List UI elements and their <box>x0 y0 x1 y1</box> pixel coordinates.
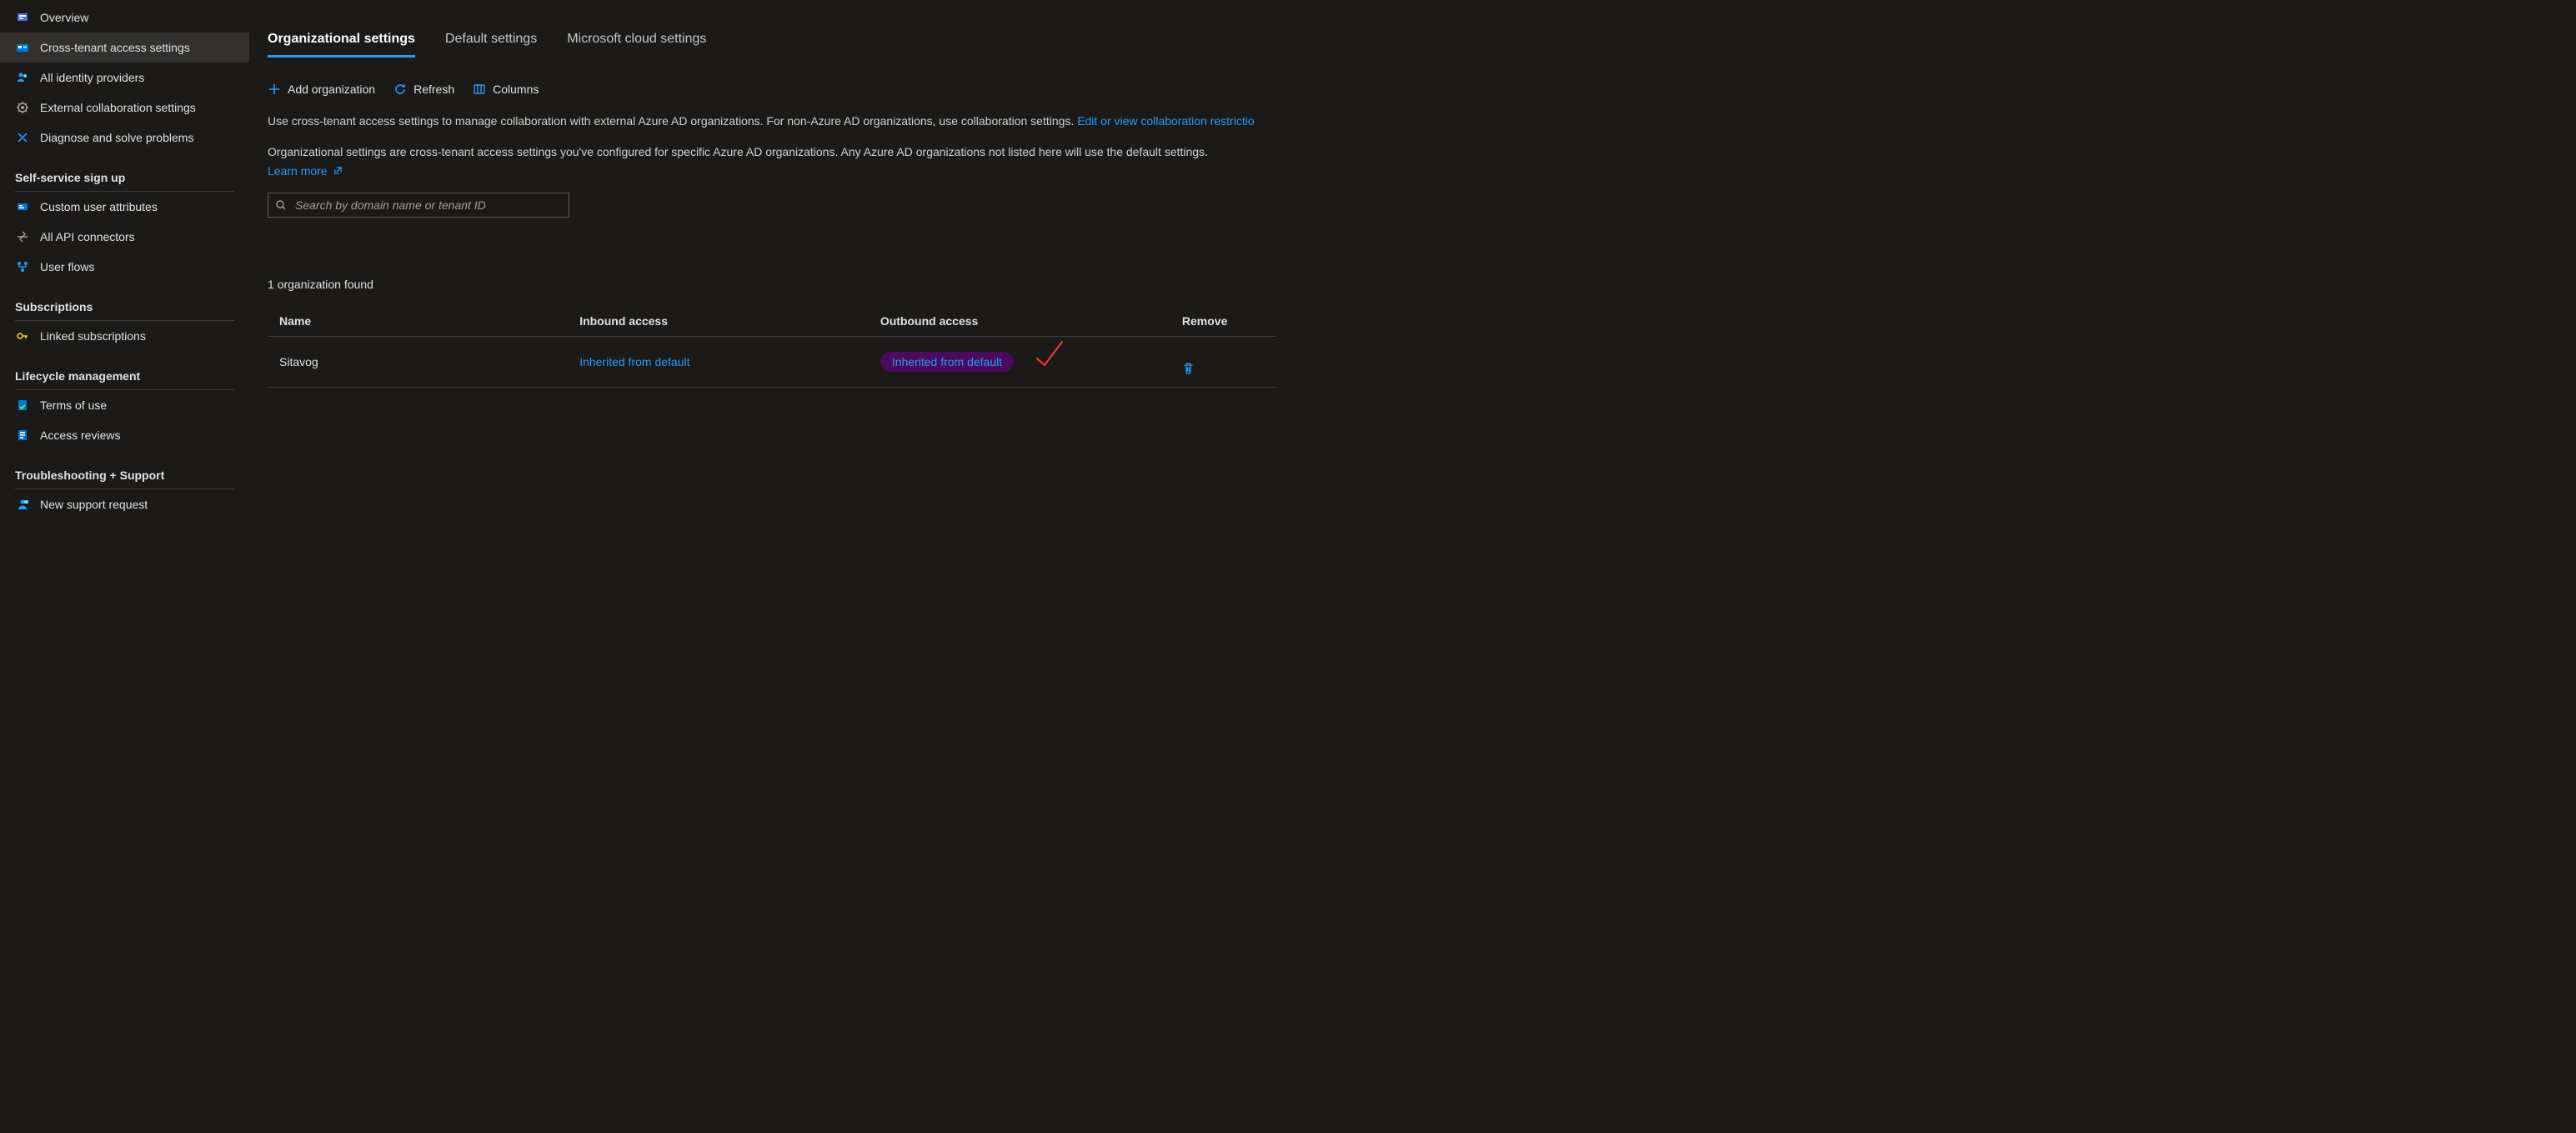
description-line-1: Use cross-tenant access settings to mana… <box>268 113 2435 130</box>
sidebar-item-label: External collaboration settings <box>40 101 196 114</box>
sidebar-item-label: All identity providers <box>40 71 144 84</box>
organization-count: 1 organization found <box>268 278 2576 291</box>
column-header-remove: Remove <box>1177 306 1276 337</box>
tab-organizational-settings[interactable]: Organizational settings <box>268 32 415 58</box>
sidebar-item-linked-subscriptions[interactable]: Linked subscriptions <box>0 321 249 351</box>
external-link-icon <box>333 164 343 178</box>
diagnose-icon <box>15 130 30 145</box>
collaboration-restrictions-link[interactable]: Edit or view collaboration restrictio <box>1077 114 1254 128</box>
toolbar-label: Refresh <box>413 83 454 96</box>
people-icon <box>15 70 30 85</box>
columns-button[interactable]: Columns <box>473 83 539 96</box>
sidebar-item-label: Terms of use <box>40 399 107 412</box>
add-organization-button[interactable]: Add organization <box>268 83 375 96</box>
learn-more-label: Learn more <box>268 164 328 178</box>
plus-icon <box>268 83 281 96</box>
reviews-icon <box>15 428 30 443</box>
sidebar-item-external-collab[interactable]: External collaboration settings <box>0 93 249 123</box>
organizations-table: Name Inbound access Outbound access Remo… <box>268 306 1276 388</box>
description-text: Use cross-tenant access settings to mana… <box>268 114 1077 128</box>
description-line-2: Organizational settings are cross-tenant… <box>268 143 2435 161</box>
sidebar-item-api-connectors[interactable]: All API connectors <box>0 222 249 252</box>
search-input[interactable] <box>293 198 562 213</box>
overview-icon <box>15 10 30 25</box>
key-icon <box>15 328 30 343</box>
gear-icon <box>15 100 30 115</box>
sidebar-item-new-support-request[interactable]: New support request <box>0 489 249 519</box>
sidebar-item-label: All API connectors <box>40 230 135 243</box>
search-box[interactable] <box>268 193 569 218</box>
support-icon <box>15 497 30 512</box>
attributes-icon <box>15 199 30 214</box>
sidebar-item-custom-attributes[interactable]: Custom user attributes <box>0 192 249 222</box>
column-header-inbound[interactable]: Inbound access <box>574 306 875 337</box>
learn-more-link[interactable]: Learn more <box>268 164 343 178</box>
tab-default-settings[interactable]: Default settings <box>445 32 537 58</box>
refresh-icon <box>393 83 407 96</box>
sidebar-item-access-reviews[interactable]: Access reviews <box>0 420 249 450</box>
remove-organization-button[interactable] <box>1182 348 1271 375</box>
sidebar: Overview Cross-tenant access settings Al… <box>0 0 249 1133</box>
toolbar-label: Add organization <box>288 83 375 96</box>
sidebar-item-diagnose[interactable]: Diagnose and solve problems <box>0 123 249 153</box>
table-row: Sitavog Inherited from default Inherited… <box>268 337 1276 388</box>
cross-tenant-icon <box>15 40 30 55</box>
column-header-name[interactable]: Name <box>268 306 574 337</box>
toolbar-label: Columns <box>493 83 539 96</box>
main-content: Organizational settings Default settings… <box>249 0 2576 1133</box>
sidebar-section-self-service: Self-service sign up <box>0 153 249 191</box>
sidebar-item-overview[interactable]: Overview <box>0 3 249 33</box>
sidebar-item-label: Cross-tenant access settings <box>40 41 190 54</box>
sidebar-item-identity-providers[interactable]: All identity providers <box>0 63 249 93</box>
sidebar-section-lifecycle: Lifecycle management <box>0 351 249 389</box>
refresh-button[interactable]: Refresh <box>393 83 454 96</box>
inbound-access-link[interactable]: Inherited from default <box>579 355 689 368</box>
terms-icon <box>15 398 30 413</box>
sidebar-item-label: Access reviews <box>40 429 120 442</box>
cell-org-name: Sitavog <box>268 337 574 388</box>
sidebar-item-terms-of-use[interactable]: Terms of use <box>0 390 249 420</box>
sidebar-item-label: Linked subscriptions <box>40 329 146 343</box>
outbound-access-link[interactable]: Inherited from default <box>892 355 1002 368</box>
tab-microsoft-cloud-settings[interactable]: Microsoft cloud settings <box>567 32 706 58</box>
toolbar: Add organization Refresh Columns <box>268 83 2576 96</box>
flows-icon <box>15 259 30 274</box>
api-icon <box>15 229 30 244</box>
sidebar-item-user-flows[interactable]: User flows <box>0 252 249 282</box>
sidebar-section-troubleshoot: Troubleshooting + Support <box>0 450 249 489</box>
sidebar-section-subscriptions: Subscriptions <box>0 282 249 320</box>
column-header-outbound[interactable]: Outbound access <box>875 306 1177 337</box>
sidebar-item-label: Overview <box>40 11 88 24</box>
tabs: Organizational settings Default settings… <box>268 32 2576 58</box>
sidebar-item-label: New support request <box>40 498 148 511</box>
sidebar-item-label: Custom user attributes <box>40 200 158 213</box>
sidebar-item-label: Diagnose and solve problems <box>40 131 193 144</box>
columns-icon <box>473 83 486 96</box>
search-icon <box>275 199 287 211</box>
outbound-highlight: Inherited from default <box>880 352 1014 372</box>
table-header-row: Name Inbound access Outbound access Remo… <box>268 306 1276 337</box>
sidebar-item-label: User flows <box>40 260 94 273</box>
sidebar-item-cross-tenant[interactable]: Cross-tenant access settings <box>0 33 249 63</box>
